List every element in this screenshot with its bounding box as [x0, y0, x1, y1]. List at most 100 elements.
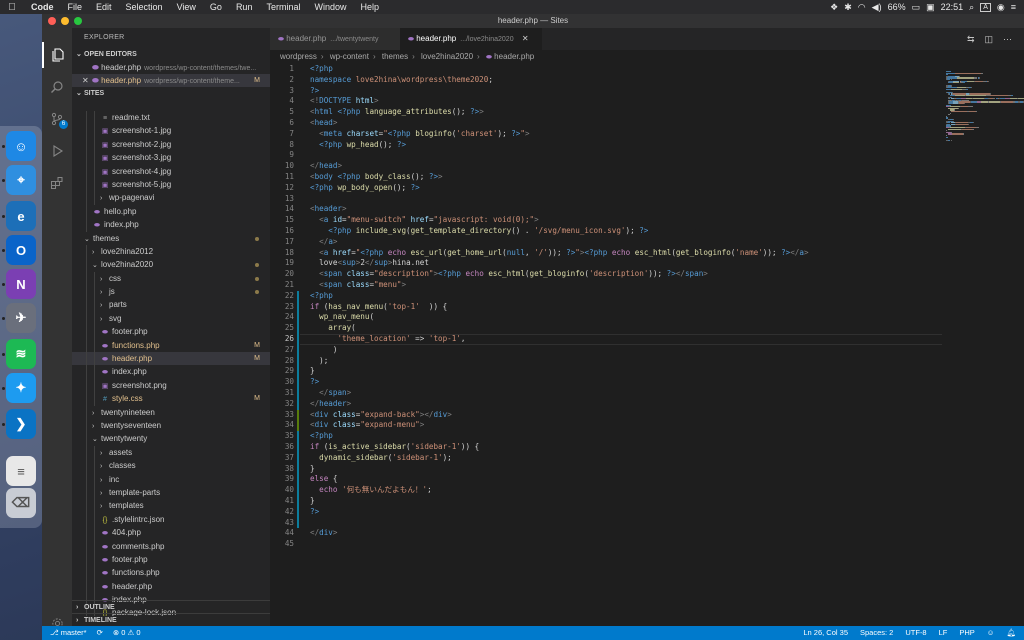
minimap[interactable] — [942, 63, 1024, 626]
tree-folder[interactable]: › svg — [72, 311, 270, 326]
tree-file[interactable]: ⬬ footer.php — [72, 552, 270, 567]
menu-go[interactable]: Go — [203, 2, 229, 12]
gutter-change-marker[interactable] — [297, 474, 299, 486]
minimize-window-button[interactable] — [61, 17, 69, 25]
launchpad-icon[interactable]: ✈ — [6, 303, 36, 333]
gutter-change-marker[interactable] — [297, 334, 299, 345]
gutter-change-marker[interactable] — [297, 431, 299, 442]
menu-edit[interactable]: Edit — [89, 2, 119, 12]
trash-icon[interactable]: ⌫ — [6, 488, 36, 518]
menu-file[interactable]: File — [61, 2, 90, 12]
tree-folder[interactable]: ⌄ themes — [72, 232, 270, 245]
open-changes-icon[interactable]: ⇆ — [967, 34, 975, 45]
breadcrumb-item[interactable]: wordpress — [280, 52, 317, 61]
close-icon[interactable]: ✕ — [82, 74, 89, 87]
gutter-change-marker[interactable] — [297, 409, 299, 421]
spotify-icon[interactable]: ≋ — [6, 339, 36, 369]
gutter-change-marker[interactable] — [297, 452, 299, 464]
tree-file[interactable]: ⬬ index.php — [72, 218, 270, 232]
cursor-position[interactable]: Ln 26, Col 35 — [803, 626, 848, 640]
tree-file[interactable]: {} .stylelintrc.json — [72, 512, 270, 527]
branch-indicator[interactable]: ⎇ master* — [50, 626, 87, 640]
open-editor-item[interactable]: ✕ ⬬ header.php wordpress/wp-content/theme… — [72, 74, 270, 87]
tree-file[interactable]: ▣ screenshot-5.jpg — [72, 177, 270, 192]
tree-folder[interactable]: › js — [72, 285, 270, 299]
edge-beta-icon[interactable]: e — [6, 201, 36, 231]
menu-app-name[interactable]: Code — [24, 2, 61, 12]
tab-header-twentytwenty[interactable]: ⬬ header.php .../twentytwenty — [270, 28, 400, 50]
tree-folder[interactable]: › template-parts — [72, 485, 270, 500]
tree-folder[interactable]: ⌄ love2hina2020 — [72, 258, 270, 272]
tree-file[interactable]: ⬬ header.php — [72, 579, 270, 594]
battery-icon[interactable]: ▭ — [912, 2, 921, 13]
gutter-change-marker[interactable] — [297, 388, 299, 399]
wifi-icon[interactable]: ◠ — [858, 2, 866, 13]
close-tab-icon[interactable]: ✕ — [522, 34, 529, 43]
tab-header-love2hina2020[interactable]: ⬬ header.php .../love2hina2020 ✕ — [400, 28, 542, 50]
bluetooth-icon[interactable]: ✱ — [844, 2, 852, 13]
tree-file[interactable]: ▣ screenshot-3.jpg — [72, 151, 270, 165]
breadcrumb-item[interactable]: themes — [382, 52, 408, 61]
open-editor-item[interactable]: ⬬ header.php wordpress/wp-content/themes/… — [72, 61, 270, 74]
outline-section[interactable]: › OUTLINE — [72, 600, 270, 613]
close-window-button[interactable] — [48, 17, 56, 25]
open-editors-section[interactable]: ⌄ OPEN EDITORS — [72, 48, 270, 61]
tree-file[interactable]: ⬬ footer.php — [72, 325, 270, 339]
volume-icon[interactable]: ◀) — [872, 2, 882, 13]
split-editor-icon[interactable]: ◫ — [984, 34, 993, 45]
menu-selection[interactable]: Selection — [119, 2, 170, 12]
run-debug-activity-icon[interactable] — [42, 138, 72, 164]
tree-file[interactable]: ▣ screenshot.png — [72, 378, 270, 393]
gutter-change-marker[interactable] — [297, 517, 299, 529]
tree-file[interactable]: ⬬ header.php M — [72, 352, 270, 366]
breadcrumb-item[interactable]: wp-content — [330, 52, 369, 61]
tree-file[interactable]: ⬬ functions.php M — [72, 338, 270, 353]
dropbox-icon[interactable]: ❖ — [830, 2, 838, 13]
menu-help[interactable]: Help — [353, 2, 386, 12]
breadcrumb-item[interactable]: love2hina2020 — [421, 52, 473, 61]
tree-folder[interactable]: ⌄ twentytwenty — [72, 432, 270, 446]
tree-file[interactable]: ⬬ hello.php — [72, 204, 270, 219]
menu-window[interactable]: Window — [307, 2, 353, 12]
tree-folder[interactable]: › inc — [72, 472, 270, 486]
tree-file[interactable]: # style.css M — [72, 392, 270, 406]
tree-folder[interactable]: › templates — [72, 499, 270, 513]
gutter-change-marker[interactable] — [297, 366, 299, 378]
search-icon[interactable]: ⌕ — [969, 2, 974, 13]
tree-folder[interactable]: › twentyseventeen — [72, 418, 270, 433]
tree-folder[interactable]: › love2hina2012 — [72, 244, 270, 259]
sites-section[interactable]: ⌄ SITES — [72, 87, 270, 100]
language-mode[interactable]: PHP — [959, 626, 974, 640]
gutter-change-marker[interactable] — [297, 485, 299, 496]
gutter-change-marker[interactable] — [297, 290, 299, 302]
encoding[interactable]: UTF-8 — [905, 626, 926, 640]
tree-folder[interactable]: › twentynineteen — [72, 405, 270, 419]
tree-file[interactable]: ▣ screenshot-2.jpg — [72, 137, 270, 152]
gutter-change-marker[interactable] — [297, 355, 299, 367]
gutter-change-marker[interactable] — [297, 496, 299, 507]
finder-icon[interactable]: ☺ — [6, 131, 36, 161]
tree-file[interactable]: ⬬ 404.php — [72, 526, 270, 540]
outlook-icon[interactable]: O — [6, 235, 36, 265]
timeline-section[interactable]: › TIMELINE — [72, 613, 270, 626]
apple-icon[interactable]:  — [0, 2, 24, 13]
siri-icon[interactable]: ◉ — [997, 2, 1005, 13]
document-icon[interactable]: ≡ — [6, 456, 36, 486]
search-activity-icon[interactable] — [42, 74, 72, 100]
more-actions-icon[interactable]: ⋯ — [1003, 34, 1012, 45]
menu-view[interactable]: View — [170, 2, 203, 12]
control-center-icon[interactable]: ≡ — [1011, 2, 1016, 12]
feedback-icon[interactable]: ☺ — [987, 626, 995, 640]
notifications-icon[interactable]: 🔔︎ — [1006, 626, 1016, 640]
problems-indicator[interactable]: ⊗ 0 ⚠ 0 — [113, 626, 141, 640]
input-source-indicator[interactable]: A — [980, 2, 991, 12]
gutter-change-marker[interactable] — [297, 377, 299, 388]
gutter-change-marker[interactable] — [297, 506, 299, 518]
tree-folder[interactable]: › css — [72, 271, 270, 286]
menu-terminal[interactable]: Terminal — [259, 2, 307, 12]
code-editor[interactable]: 1 <?php 2 namespace love2hina\wordpress\the… — [270, 63, 942, 626]
gutter-change-marker[interactable] — [297, 420, 299, 432]
breadcrumb-item[interactable]: header.php — [494, 52, 534, 61]
gutter-change-marker[interactable] — [297, 398, 299, 410]
zoom-window-button[interactable] — [74, 17, 82, 25]
